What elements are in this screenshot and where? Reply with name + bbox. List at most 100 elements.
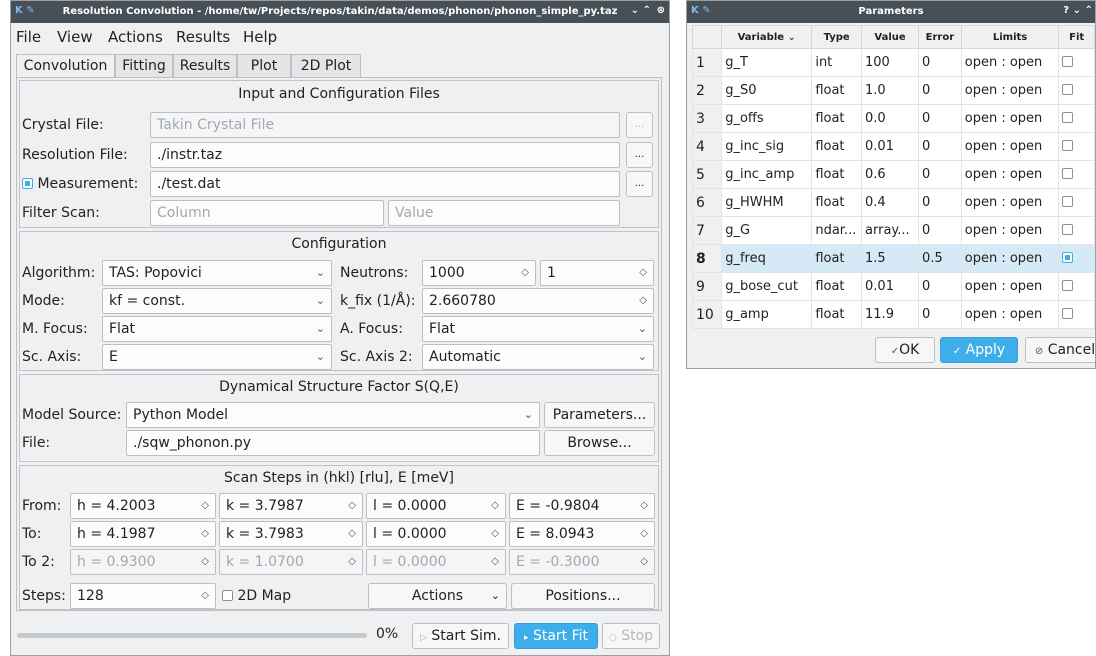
fit-cell[interactable]: [1058, 188, 1095, 217]
spin-arrows-icon[interactable]: ◇: [201, 550, 209, 574]
mono-focus-select[interactable]: Flat ⌄: [102, 316, 332, 342]
variable-cell[interactable]: g_G: [721, 216, 813, 245]
fit-cell[interactable]: [1058, 132, 1095, 161]
close-icon[interactable]: ⊗: [657, 5, 665, 16]
fit-checkbox[interactable]: [1062, 196, 1074, 207]
variable-cell[interactable]: g_inc_amp: [721, 160, 813, 189]
fit-checkbox[interactable]: [1062, 308, 1074, 319]
spin-arrows-icon[interactable]: ◇: [491, 494, 499, 518]
browse-button[interactable]: Browse...: [544, 430, 655, 456]
table-row[interactable]: 5 g_inc_amp float 0.6 0 open : open: [691, 160, 1095, 189]
to2-h-spinbox[interactable]: h = 0.9300 ◇: [70, 549, 216, 575]
variable-cell[interactable]: g_HWHM: [721, 188, 813, 217]
apply-button[interactable]: ✓ Apply: [940, 337, 1018, 363]
to-l-spinbox[interactable]: l = 0.0000 ◇: [366, 521, 506, 547]
column-header-type[interactable]: Type: [811, 25, 863, 49]
value-cell[interactable]: 0.0: [861, 104, 920, 133]
fit-checkbox[interactable]: [1062, 112, 1074, 123]
fit-checkbox[interactable]: [1062, 56, 1074, 67]
resolution-file-input[interactable]: ./instr.taz: [150, 142, 620, 168]
menu-file[interactable]: File: [16, 28, 41, 46]
spin-arrows-icon[interactable]: ◇: [639, 289, 647, 313]
resolution-file-browse-button[interactable]: ...: [626, 142, 653, 168]
fit-cell[interactable]: [1058, 216, 1095, 245]
measurement-file-browse-button[interactable]: ...: [626, 171, 653, 197]
fit-checkbox[interactable]: [1062, 84, 1074, 95]
value-cell[interactable]: 0.01: [861, 272, 920, 301]
error-cell[interactable]: 0: [918, 76, 962, 105]
fit-cell[interactable]: [1058, 48, 1095, 77]
error-cell[interactable]: 0: [918, 48, 962, 77]
kfix-spinbox[interactable]: 2.660780 ◇: [422, 288, 654, 314]
value-cell[interactable]: 1.5: [861, 244, 920, 273]
ana-focus-select[interactable]: Flat ⌄: [422, 316, 654, 342]
measurement-checkbox[interactable]: [22, 178, 33, 189]
to-k-spinbox[interactable]: k = 3.7983 ◇: [219, 521, 363, 547]
scan-axis-select[interactable]: E ⌄: [102, 344, 332, 370]
menu-actions[interactable]: Actions: [108, 28, 163, 46]
fit-cell[interactable]: [1058, 272, 1095, 301]
column-header-error[interactable]: Error: [918, 25, 962, 49]
type-cell[interactable]: float: [811, 160, 863, 189]
limits-cell[interactable]: open : open: [960, 300, 1060, 329]
limits-cell[interactable]: open : open: [960, 216, 1060, 245]
parameters-titlebar[interactable]: K ✎ Parameters ? ⌄ ⌃: [687, 1, 1095, 23]
type-cell[interactable]: float: [811, 244, 863, 273]
table-row[interactable]: 10 g_amp float 11.9 0 open : open: [691, 300, 1095, 329]
error-cell[interactable]: 0.5: [918, 244, 962, 273]
spin-arrows-icon[interactable]: ◇: [201, 494, 209, 518]
type-cell[interactable]: ndar...: [811, 216, 863, 245]
filter-column-input[interactable]: Column: [150, 200, 384, 226]
spin-arrows-icon[interactable]: ◇: [640, 550, 648, 574]
table-row[interactable]: 8 g_freq float 1.5 0.5 open : open: [691, 244, 1095, 273]
to2-l-spinbox[interactable]: l = 0.0000 ◇: [366, 549, 506, 575]
fit-cell[interactable]: [1058, 104, 1095, 133]
type-cell[interactable]: float: [811, 272, 863, 301]
type-cell[interactable]: float: [811, 76, 863, 105]
value-cell[interactable]: 11.9: [861, 300, 920, 329]
type-cell[interactable]: float: [811, 132, 863, 161]
menu-results[interactable]: Results: [176, 28, 230, 46]
fit-cell[interactable]: [1058, 160, 1095, 189]
column-header-fit[interactable]: Fit: [1058, 25, 1095, 49]
spin-arrows-icon[interactable]: ◇: [348, 494, 356, 518]
from-k-spinbox[interactable]: k = 3.7987 ◇: [219, 493, 363, 519]
crystal-file-input[interactable]: Takin Crystal File: [150, 112, 620, 138]
table-row[interactable]: 1 g_T int 100 0 open : open: [691, 48, 1095, 77]
spin-arrows-icon[interactable]: ◇: [640, 494, 648, 518]
neutrons-count-spinbox[interactable]: 1 ◇: [540, 260, 654, 286]
fit-checkbox[interactable]: [1062, 224, 1074, 235]
limits-cell[interactable]: open : open: [960, 160, 1060, 189]
sqe-file-input[interactable]: ./sqw_phonon.py: [126, 430, 540, 456]
variable-cell[interactable]: g_S0: [721, 76, 813, 105]
limits-cell[interactable]: open : open: [960, 104, 1060, 133]
limits-cell[interactable]: open : open: [960, 244, 1060, 273]
fit-cell[interactable]: [1058, 244, 1095, 273]
fit-checkbox[interactable]: [1062, 168, 1074, 179]
spin-arrows-icon[interactable]: ◇: [348, 522, 356, 546]
spin-arrows-icon[interactable]: ◇: [491, 550, 499, 574]
variable-cell[interactable]: g_inc_sig: [721, 132, 813, 161]
tab-fitting[interactable]: Fitting: [115, 54, 173, 77]
table-row[interactable]: 3 g_offs float 0.0 0 open : open: [691, 104, 1095, 133]
spin-arrows-icon[interactable]: ◇: [348, 550, 356, 574]
neutrons-spinbox[interactable]: 1000 ◇: [422, 260, 536, 286]
spin-arrows-icon[interactable]: ◇: [640, 522, 648, 546]
mode-select[interactable]: kf = const. ⌄: [102, 288, 332, 314]
variable-cell[interactable]: g_T: [721, 48, 813, 77]
crystal-file-browse-button[interactable]: ...: [626, 112, 653, 138]
start-sim-button[interactable]: ▷ Start Sim.: [412, 623, 509, 649]
help-icon[interactable]: ?: [1063, 5, 1069, 16]
positions-button[interactable]: Positions...: [511, 583, 655, 609]
filter-value-input[interactable]: Value: [388, 200, 620, 226]
table-row[interactable]: 2 g_S0 float 1.0 0 open : open: [691, 76, 1095, 105]
type-cell[interactable]: float: [811, 300, 863, 329]
to-h-spinbox[interactable]: h = 4.1987 ◇: [70, 521, 216, 547]
limits-cell[interactable]: open : open: [960, 272, 1060, 301]
limits-cell[interactable]: open : open: [960, 76, 1060, 105]
parameters-button[interactable]: Parameters...: [544, 402, 655, 428]
2d-map-toggle[interactable]: 2D Map: [222, 588, 291, 604]
spin-arrows-icon[interactable]: ◇: [201, 584, 209, 608]
spin-arrows-icon[interactable]: ◇: [491, 522, 499, 546]
error-cell[interactable]: 0: [918, 132, 962, 161]
